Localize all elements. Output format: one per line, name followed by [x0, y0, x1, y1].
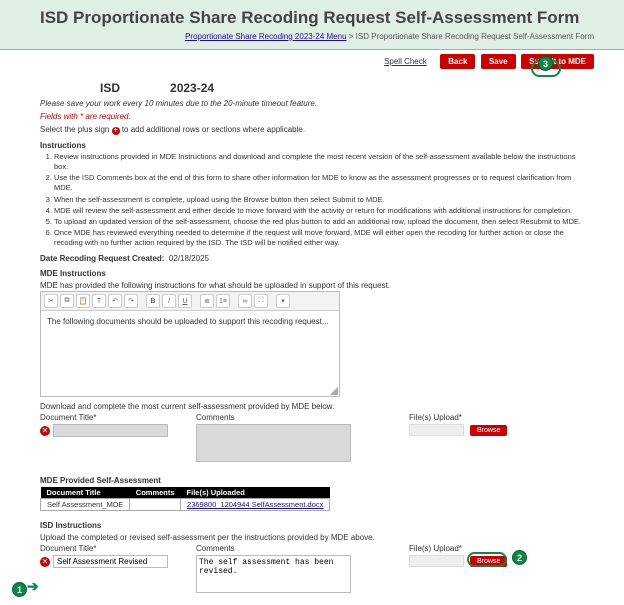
breadcrumb-current: ISD Proportionate Share Recoding Request… — [356, 32, 594, 41]
isd-browse-button[interactable]: Browse — [470, 556, 507, 567]
plus-icon: + — [112, 127, 120, 135]
undo-icon[interactable]: ↶ — [108, 294, 122, 308]
submit-to-mde-button[interactable]: Submit to MDE — [521, 54, 594, 69]
fiscal-year: 2023-24 — [170, 81, 214, 95]
mde-provided-table: Document Title Comments File(s) Uploaded… — [40, 487, 330, 511]
copy-icon[interactable]: ⧉ — [60, 294, 74, 308]
redo-icon[interactable]: ↷ — [124, 294, 138, 308]
instruction-item: Review instructions provided in MDE Inst… — [54, 152, 584, 172]
link-icon[interactable]: ∞ — [238, 294, 252, 308]
page-banner: ISD Proportionate Share Recoding Request… — [0, 0, 624, 49]
plus-note: Select the plus sign + to add additional… — [40, 125, 584, 135]
doc-title-input[interactable] — [53, 424, 168, 437]
editor-toolbar: ✂ ⧉ 📋 T ↶ ↷ B I U ≣ 1≡ ∞ ⛶ ▾ — [41, 292, 339, 311]
cut-icon[interactable]: ✂ — [44, 294, 58, 308]
underline-icon[interactable]: U — [178, 294, 192, 308]
instruction-item: MDE will review the self-assessment and … — [54, 206, 584, 216]
mde-instructions-heading: MDE Instructions — [40, 269, 584, 278]
cell-doc-title: Self Assessment_MDE — [41, 499, 130, 511]
th-files: File(s) Uploaded — [181, 487, 330, 499]
callout-1-arrow-icon: ➔ — [27, 578, 39, 595]
th-doc-title: Document Title — [41, 487, 130, 499]
download-note: Download and complete the most current s… — [40, 402, 584, 411]
delete-row-icon[interactable]: ✕ — [40, 426, 50, 436]
list-number-icon[interactable]: 1≡ — [216, 294, 230, 308]
paste-text-icon[interactable]: T — [92, 294, 106, 308]
paste-icon[interactable]: 📋 — [76, 294, 90, 308]
breadcrumb-link[interactable]: Proportionate Share Recoding 2023-24 Men… — [185, 32, 346, 41]
date-created-value: 02/18/2025 — [169, 254, 209, 263]
action-bar: Spell Check Back Save Submit to MDE — [0, 49, 624, 72]
bold-icon[interactable]: B — [146, 294, 160, 308]
save-reminder: Please save your work every 10 minutes d… — [40, 99, 584, 108]
isd-doc-title-label: Document Title* — [40, 544, 168, 553]
date-created-label: Date Recoding Request Created: — [40, 254, 164, 263]
uploaded-file-link[interactable]: 2369800_1204944 SelfAssessment.docx — [187, 500, 323, 509]
save-button[interactable]: Save — [481, 54, 516, 69]
editor-body[interactable]: The following documents should be upload… — [41, 311, 339, 396]
instruction-item: Use the ISD Comments box at the end of t… — [54, 173, 584, 193]
browse-button[interactable]: Browse — [470, 425, 507, 436]
instructions-heading: Instructions — [40, 141, 584, 150]
instruction-item: Once MDE has reviewed everything needed … — [54, 228, 584, 248]
fullscreen-icon[interactable]: ⛶ — [254, 294, 268, 308]
page-title: ISD Proportionate Share Recoding Request… — [40, 8, 594, 28]
callout-3: 3 — [538, 56, 553, 71]
instruction-item: To upload an updated version of the self… — [54, 217, 584, 227]
back-button[interactable]: Back — [440, 54, 475, 69]
isd-label: ISD — [100, 81, 120, 95]
file-slot — [409, 555, 464, 567]
comments-input[interactable] — [196, 424, 351, 462]
th-comments: Comments — [130, 487, 181, 499]
instruction-item: When the self-assessment is complete, up… — [54, 195, 584, 205]
isd-comments-input[interactable]: The self assessment has been revised. — [196, 555, 351, 593]
doc-title-label: Document Title* — [40, 413, 168, 422]
isd-files-upload-label: File(s) Upload* — [409, 544, 507, 553]
isd-instructions-sub: Upload the completed or revised self-ass… — [40, 533, 584, 542]
isd-comments-label: Comments — [196, 544, 351, 553]
mde-instructions-sub: MDE has provided the following instructi… — [40, 281, 584, 290]
mde-provided-heading: MDE Provided Self-Assessment — [40, 476, 584, 485]
delete-row-icon[interactable]: ✕ — [40, 557, 50, 567]
cell-comments — [130, 499, 181, 511]
italic-icon[interactable]: I — [162, 294, 176, 308]
isd-doc-title-input[interactable] — [53, 555, 168, 568]
spell-check-link[interactable]: Spell Check — [384, 57, 427, 66]
breadcrumb: Proportionate Share Recoding 2023-24 Men… — [40, 32, 594, 41]
chevron-down-icon[interactable]: ▾ — [276, 294, 290, 308]
required-note: Fields with * are required. — [40, 112, 584, 121]
instructions-list: Review instructions provided in MDE Inst… — [54, 152, 584, 248]
callout-2: 2 — [512, 550, 527, 565]
table-row: Self Assessment_MDE 2369800_1204944 Self… — [41, 499, 330, 511]
list-bullet-icon[interactable]: ≣ — [200, 294, 214, 308]
rich-text-editor: ✂ ⧉ 📋 T ↶ ↷ B I U ≣ 1≡ ∞ ⛶ ▾ The foll — [40, 291, 340, 397]
file-slot — [409, 424, 464, 436]
comments-label: Comments — [196, 413, 351, 422]
files-upload-label: File(s) Upload* — [409, 413, 507, 422]
resize-handle-icon[interactable] — [330, 387, 338, 395]
